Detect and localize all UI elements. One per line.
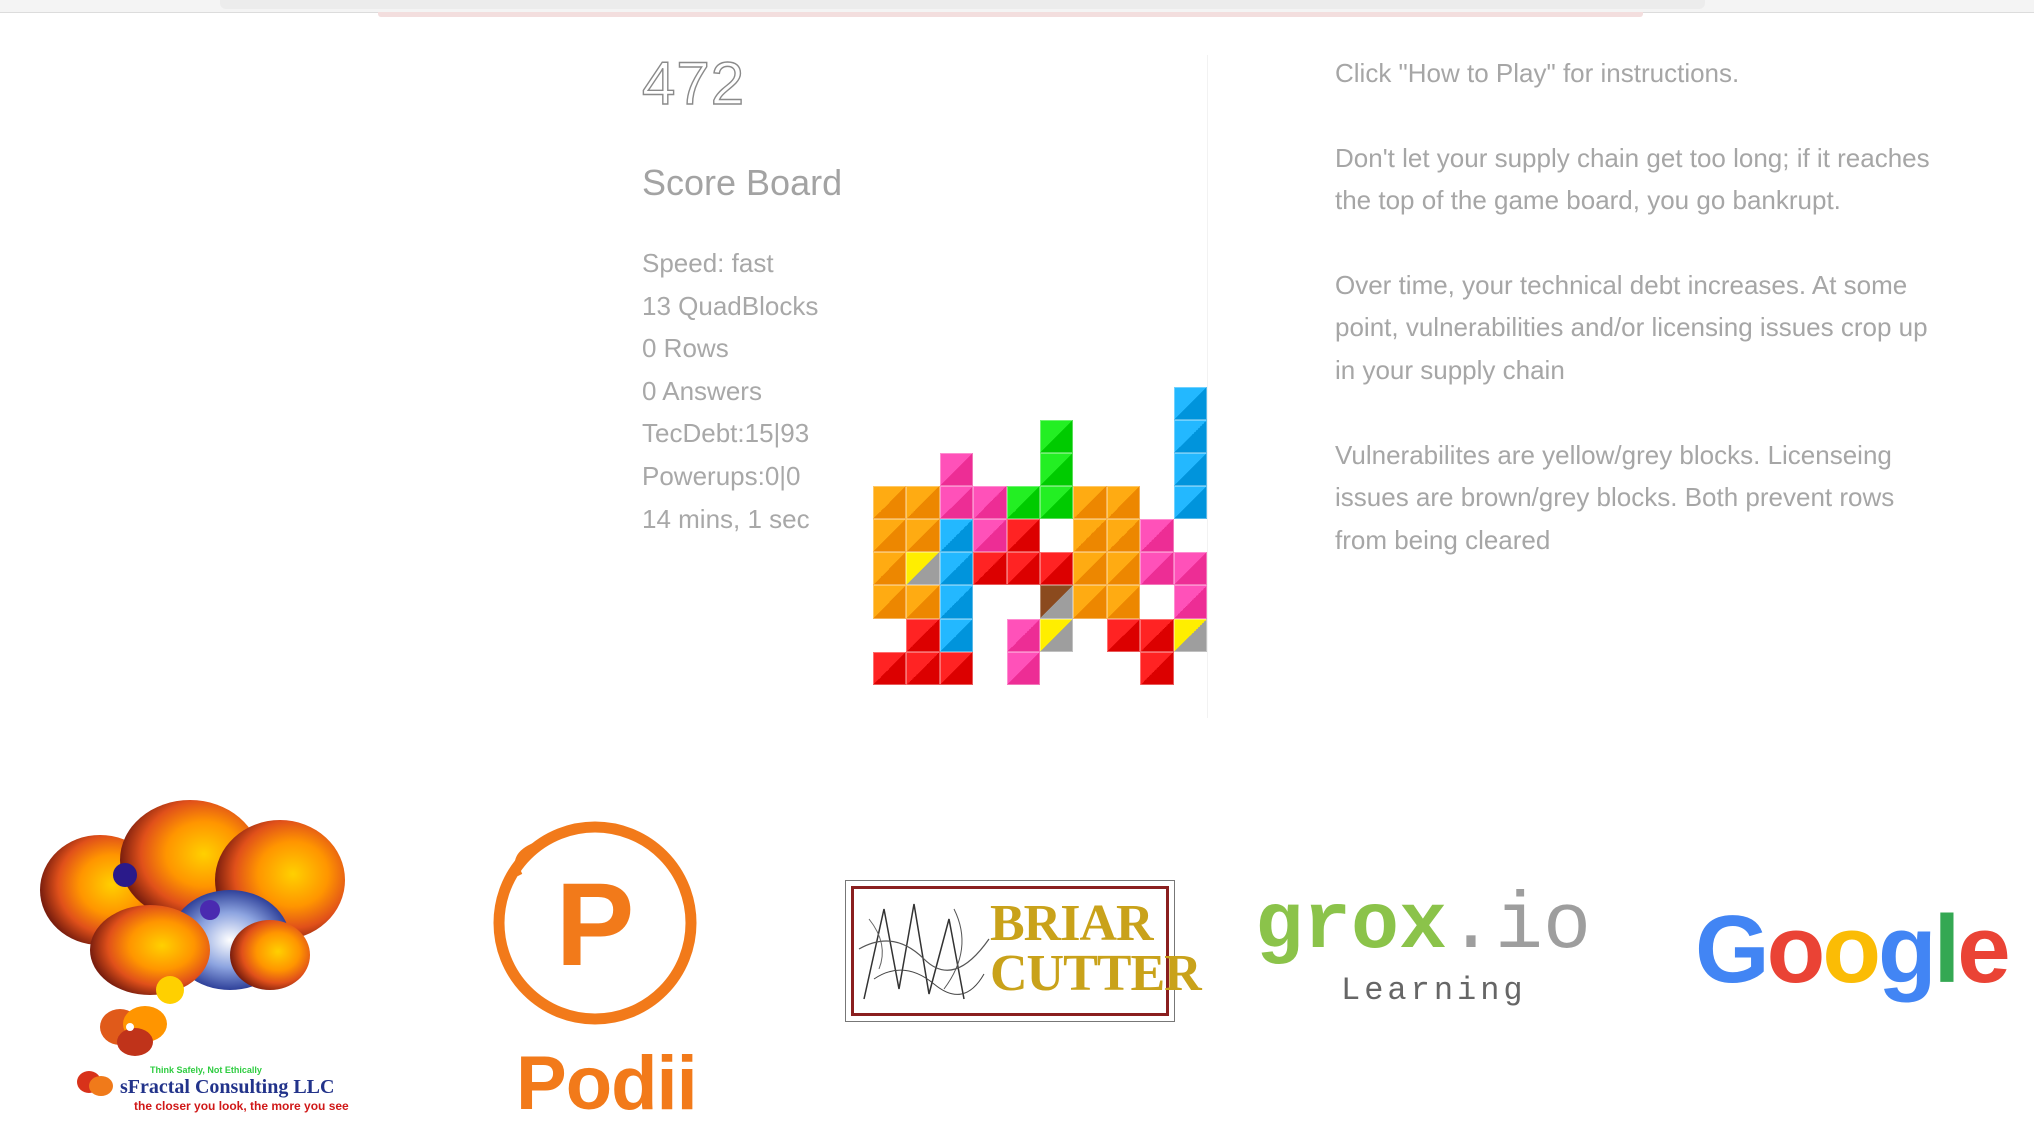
scoreboard-title: Score Board (642, 162, 843, 203)
board-block-blue (1173, 452, 1207, 486)
briar-line1: BRIAR (990, 895, 1154, 952)
google-letter-g: g (1877, 896, 1937, 1003)
grox-subtitle: Learning (1341, 972, 1527, 1009)
sfractal-tagline: Think Safely, Not Ethically (150, 1065, 262, 1075)
instructions-technical-debt: Over time, your technical debt increases… (1335, 269, 1928, 385)
board-block-blue (1173, 386, 1207, 420)
board-block-orange (906, 485, 940, 520)
board-block-blue (939, 618, 974, 652)
board-block-blue (939, 585, 974, 619)
board-block-red (1006, 519, 1040, 553)
board-block-pink (1173, 585, 1207, 619)
board-block-pink (1140, 552, 1174, 586)
google-letter-G: G (1695, 896, 1770, 1003)
stat-elapsed-time: 14 mins, 1 sec (642, 503, 810, 534)
board-block-pink (939, 485, 974, 520)
stat-answers: 0 Answers (642, 375, 762, 406)
grox-logo[interactable]: grox.io Learning (1255, 882, 1595, 1012)
page-load-indicator (378, 12, 1643, 17)
briar-cutter-frame: BRIAR CUTTER (851, 886, 1202, 1016)
board-block-orange (1106, 485, 1141, 520)
briar-cutter-logo[interactable]: BRIAR CUTTER (845, 880, 1202, 1022)
score-value: 472 (641, 49, 746, 117)
fractal-image (40, 800, 345, 1004)
instructions-block-types: Vulnerabilites are yellow/grey blocks. L… (1335, 439, 1895, 555)
stat-speed: Speed: fast (642, 248, 774, 278)
board-block-red (939, 651, 974, 685)
board-block-orange (1073, 552, 1107, 586)
sfractal-name[interactable]: sFractal Consulting LLC (120, 1076, 334, 1099)
board-block-orange (906, 519, 940, 553)
instructions-how-to-play: Click "How to Play" for instructions. (1335, 58, 1740, 88)
stat-tecdebt: TecDebt:15|93 (642, 418, 810, 449)
board-block-orange (1106, 519, 1141, 553)
instructions-supply-chain: Don't let your supply chain get too long… (1335, 142, 1930, 216)
podii-logo[interactable]: P (480, 815, 710, 1050)
briar-sketch-icon (858, 903, 990, 1000)
podii-wordmark: Podii (516, 1041, 698, 1126)
sfractal-slogan: the closer you look, the more you see (134, 1099, 349, 1113)
board-block-red (1140, 651, 1174, 685)
grox-domain: .io (1447, 881, 1592, 972)
podii-circle-icon: P (493, 821, 697, 1025)
board-block-red (1140, 618, 1174, 652)
board-block-orange (873, 552, 907, 586)
board-block-yellowgrey (1173, 618, 1207, 652)
board-block-pink (1173, 552, 1207, 586)
briar-cutter-wordmark: BRIAR CUTTER (990, 895, 1202, 1002)
board-block-browngrey (1040, 585, 1074, 619)
board-block-blue (939, 552, 974, 586)
stat-powerups: Powerups:0|0 (642, 460, 801, 491)
briar-line2: CUTTER (990, 945, 1202, 1002)
google-letter-o2: o (1822, 896, 1881, 1003)
stat-rows: 0 Rows (642, 333, 729, 364)
board-block-orange (1073, 585, 1107, 619)
google-letter-l: l (1933, 896, 1961, 1003)
board-block-green (1040, 452, 1074, 486)
board-block-red (1040, 552, 1074, 586)
board-block-orange (906, 585, 940, 619)
board-block-blue (1173, 485, 1207, 520)
board-block-red (906, 651, 940, 685)
board-block-green (1006, 485, 1040, 520)
board-block-blue (939, 519, 974, 553)
board-block-pink (973, 485, 1007, 520)
google-letter-e: e (1957, 896, 2010, 1003)
google-logo[interactable]: Google (1695, 895, 2011, 1005)
podii-letter: P (556, 859, 635, 991)
board-block-yellowgrey (906, 552, 940, 586)
address-bar[interactable] (220, 0, 1705, 9)
board-block-red (1106, 618, 1141, 652)
board-block-orange (873, 519, 907, 553)
scoreboard-stats: Speed: fast 13 QuadBlocks 0 Rows 0 Answe… (642, 242, 818, 540)
board-block-red (973, 552, 1007, 586)
board-block-orange (873, 585, 907, 619)
board-block-blue (1173, 419, 1207, 453)
grox-wordmark: grox.io (1255, 882, 1595, 972)
board-block-orange (873, 485, 907, 520)
grox-name: grox (1255, 881, 1448, 972)
game-board[interactable] (873, 55, 1207, 718)
google-letter-o1: o (1766, 896, 1826, 1003)
board-block-orange (1106, 585, 1141, 619)
board-block-pink (1006, 618, 1040, 652)
board-block-pink (1006, 651, 1040, 685)
board-block-pink (939, 452, 974, 486)
board-block-red (906, 618, 940, 652)
board-block-red (1006, 552, 1040, 586)
board-block-orange (1073, 519, 1107, 553)
board-block-orange (1073, 485, 1107, 520)
board-block-green (1040, 485, 1074, 520)
board-block-yellowgrey (1040, 618, 1074, 652)
board-block-green (1040, 419, 1074, 453)
instructions-panel: Click "How to Play" for instructions. Do… (1335, 52, 1935, 603)
board-block-orange (1106, 552, 1141, 586)
fractal-mini-icon (100, 1006, 167, 1056)
sfractal-small-icon (77, 1071, 113, 1096)
board-block-pink (1140, 519, 1174, 553)
stat-quadblocks: 13 QuadBlocks (642, 290, 819, 321)
board-block-pink (973, 519, 1007, 553)
board-block-red (873, 651, 907, 685)
